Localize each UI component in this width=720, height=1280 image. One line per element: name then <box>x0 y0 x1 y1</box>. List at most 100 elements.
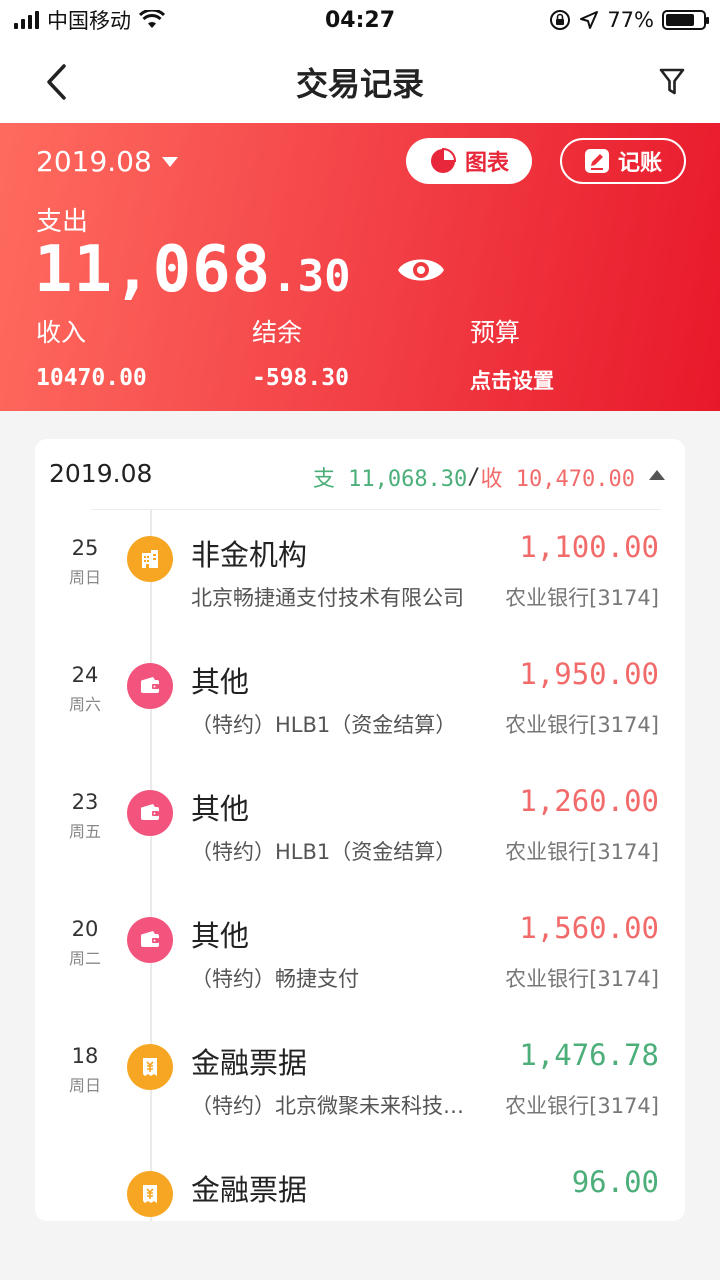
month-label: 2019.08 <box>36 145 152 178</box>
page-title: 交易记录 <box>295 64 424 103</box>
chart-button[interactable]: 图表 <box>406 138 532 184</box>
status-left: 中国移动 <box>14 5 165 35</box>
transaction-date: 24 周六 <box>63 663 107 715</box>
transaction-date: 25 周日 <box>63 536 107 588</box>
month-totals: 支 11,068.30 / 收 10,470.00 <box>313 461 635 493</box>
day-number: 20 <box>71 917 99 941</box>
income-label: 收入 <box>36 318 87 347</box>
category-name: 金融票据 <box>191 1173 308 1207</box>
weekday-label: 周五 <box>68 822 101 841</box>
caret-down-icon <box>161 156 178 167</box>
bank-account: 农业银行[3174] <box>505 1094 659 1118</box>
transaction-description: （特约）北京微聚未来科技有限公司 <box>191 1094 471 1118</box>
eye-icon[interactable] <box>396 253 446 287</box>
budget-set-link[interactable]: 点击设置 <box>470 365 554 395</box>
transaction-amount: 1,100.00 <box>519 530 659 564</box>
transaction-row[interactable]: 金融票据 96.00 （特约）北京微聚保险经纪 农业银行[3174] <box>35 1165 685 1221</box>
wallet-icon <box>127 790 173 836</box>
budget-stat[interactable]: 预算 点击设置 <box>470 313 554 395</box>
transaction-description: （特约）畅捷支付 <box>191 967 359 991</box>
balance-stat: 结余 -598.30 <box>252 313 349 391</box>
category-name: 金融票据 <box>191 1046 308 1080</box>
totals-separator: / <box>467 464 481 490</box>
transaction-description: （特约）HLB1（资金结算） <box>191 840 457 864</box>
income-stat: 收入 10470.00 <box>36 313 147 391</box>
transaction-date: 20 周二 <box>63 917 107 969</box>
bank-account: 农业银行[3174] <box>505 586 659 610</box>
transaction-date: 18 周日 <box>63 1044 107 1096</box>
orientation-lock-icon <box>550 10 571 30</box>
bill-icon <box>127 1171 173 1217</box>
weekday-label: 周六 <box>68 695 101 714</box>
edit-icon <box>584 149 609 173</box>
month-selector[interactable]: 2019.08 <box>36 145 178 178</box>
transaction-amount: 1,560.00 <box>519 911 659 945</box>
transaction-description: （特约）北京微聚保险经纪 <box>191 1217 471 1221</box>
weekday-label: 周二 <box>68 949 101 968</box>
day-number: 23 <box>71 790 99 814</box>
transaction-row[interactable]: 24 周六 其他 1,950.00 （特约）HLB1（资金结算） 农业银行[3174] <box>35 657 685 789</box>
bookkeeping-button[interactable]: 记账 <box>560 138 686 184</box>
card-divider <box>91 509 661 510</box>
signal-icon <box>14 11 39 29</box>
wallet-icon <box>127 917 173 963</box>
transaction-row[interactable]: 20 周二 其他 1,560.00 （特约）畅捷支付 农业银行[3174] <box>35 911 685 1043</box>
battery-icon <box>662 10 709 30</box>
transaction-amount: 1,260.00 <box>519 784 659 818</box>
filter-button[interactable] <box>654 62 690 102</box>
balance-value: -598.30 <box>252 365 349 391</box>
nav-bar: 交易记录 <box>0 40 720 123</box>
day-number: 24 <box>71 663 99 687</box>
month-income-total: 收 10,470.00 <box>480 467 635 492</box>
wallet-icon <box>127 663 173 709</box>
battery-fill <box>666 14 694 26</box>
month-expense-total: 支 11,068.30 <box>312 467 468 492</box>
transaction-amount: 1,476.78 <box>519 1038 659 1072</box>
day-number: 25 <box>71 536 99 560</box>
category-name: 其他 <box>191 665 250 699</box>
transaction-amount: 1,950.00 <box>519 657 659 691</box>
transactions-card: 2019.08 支 11,068.30 / 收 10,470.00 25 周日 非金… <box>35 439 685 1221</box>
filter-icon <box>659 68 685 95</box>
expense-amount-integer: 11,068 <box>34 233 272 307</box>
category-name: 非金机构 <box>191 538 308 572</box>
pie-chart-icon <box>430 147 456 173</box>
wifi-icon <box>139 10 165 28</box>
chevron-left-icon <box>47 64 66 100</box>
bill-icon <box>127 1044 173 1090</box>
day-number: 18 <box>71 1044 99 1068</box>
chart-button-label: 图表 <box>464 151 509 176</box>
balance-label: 结余 <box>252 318 303 347</box>
card-header[interactable]: 2019.08 支 11,068.30 / 收 10,470.00 <box>35 439 685 509</box>
transaction-description: （特约）HLB1（资金结算） <box>191 713 457 737</box>
budget-label: 预算 <box>470 318 521 347</box>
status-right: 77% <box>549 8 709 32</box>
back-button[interactable] <box>36 60 76 104</box>
building-icon <box>127 536 173 582</box>
status-bar: 中国移动 04:27 77% <box>0 0 720 40</box>
bookkeeping-button-label: 记账 <box>617 151 662 176</box>
location-icon <box>580 11 599 29</box>
bank-account: 农业银行[3174] <box>505 713 659 737</box>
card-month: 2019.08 <box>49 459 153 488</box>
weekday-label: 周日 <box>68 568 101 587</box>
transaction-date <box>63 1171 107 1175</box>
expense-amount: 11,068 .30 <box>34 233 351 307</box>
category-name: 其他 <box>191 919 250 953</box>
transaction-row[interactable]: 23 周五 其他 1,260.00 （特约）HLB1（资金结算） 农业银行[3174] <box>35 784 685 916</box>
income-value: 10470.00 <box>36 365 147 391</box>
summary-header: 2019.08 图表 记账 支出 11,068 .30 收入 10470.00 … <box>0 123 720 411</box>
battery-percent: 77% <box>607 8 654 32</box>
bank-account: 农业银行[3174] <box>505 967 659 991</box>
transaction-description: 北京畅捷通支付技术有限公司 <box>191 586 464 610</box>
bank-account: 农业银行[3174] <box>505 840 659 864</box>
transaction-amount: 96.00 <box>571 1165 659 1199</box>
expense-amount-decimal: .30 <box>271 251 351 302</box>
carrier-label: 中国移动 <box>47 9 131 33</box>
weekday-label: 周日 <box>68 1076 101 1095</box>
bank-account: 农业银行[3174] <box>505 1217 659 1221</box>
transaction-row[interactable]: 25 周日 非金机构 1,100.00 北京畅捷通支付技术有限公司 农业银行[3174] <box>35 530 685 662</box>
transaction-row[interactable]: 18 周日 金融票据 1,476.78 （特约）北京微聚未来科技有限公司 农业银行[317… <box>35 1038 685 1170</box>
category-name: 其他 <box>191 792 250 826</box>
collapse-caret-icon[interactable] <box>649 470 665 480</box>
